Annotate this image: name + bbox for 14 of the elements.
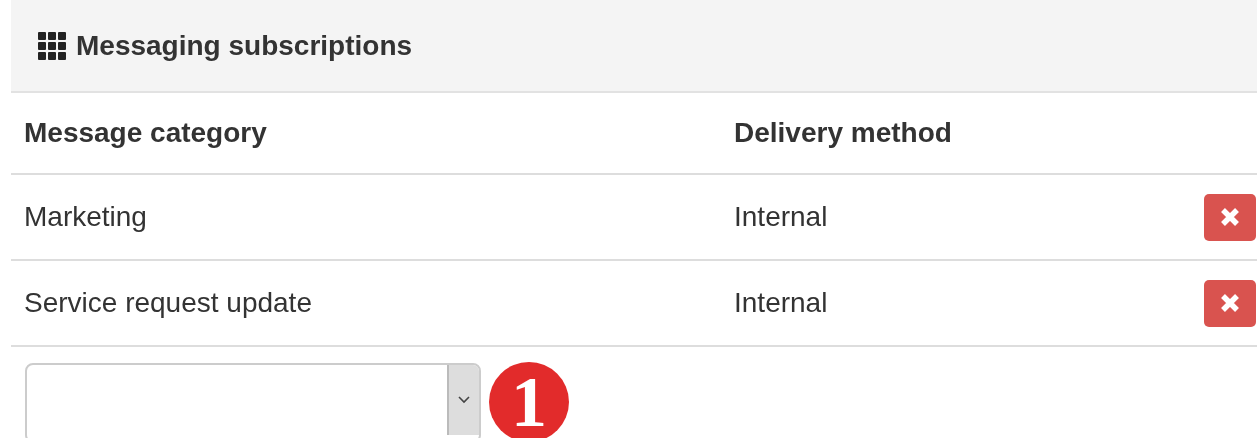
close-icon — [1219, 206, 1241, 228]
delete-button[interactable] — [1204, 279, 1256, 327]
table-cell-text: Internal — [734, 287, 829, 319]
column-header: Delivery method — [734, 117, 953, 149]
panel-title: Messaging subscriptions — [76, 29, 413, 62]
close-icon — [1219, 292, 1241, 314]
callout-badge: 1 — [489, 362, 569, 438]
column-header: Message category — [23, 117, 268, 149]
delete-button[interactable] — [1204, 193, 1256, 241]
grid-icon — [38, 31, 66, 60]
table-cell-text: Service request update — [23, 287, 313, 319]
table-cell-text: Internal — [734, 201, 829, 233]
table-cell-text: Marketing — [23, 201, 148, 233]
chevron-down-icon — [457, 395, 471, 405]
